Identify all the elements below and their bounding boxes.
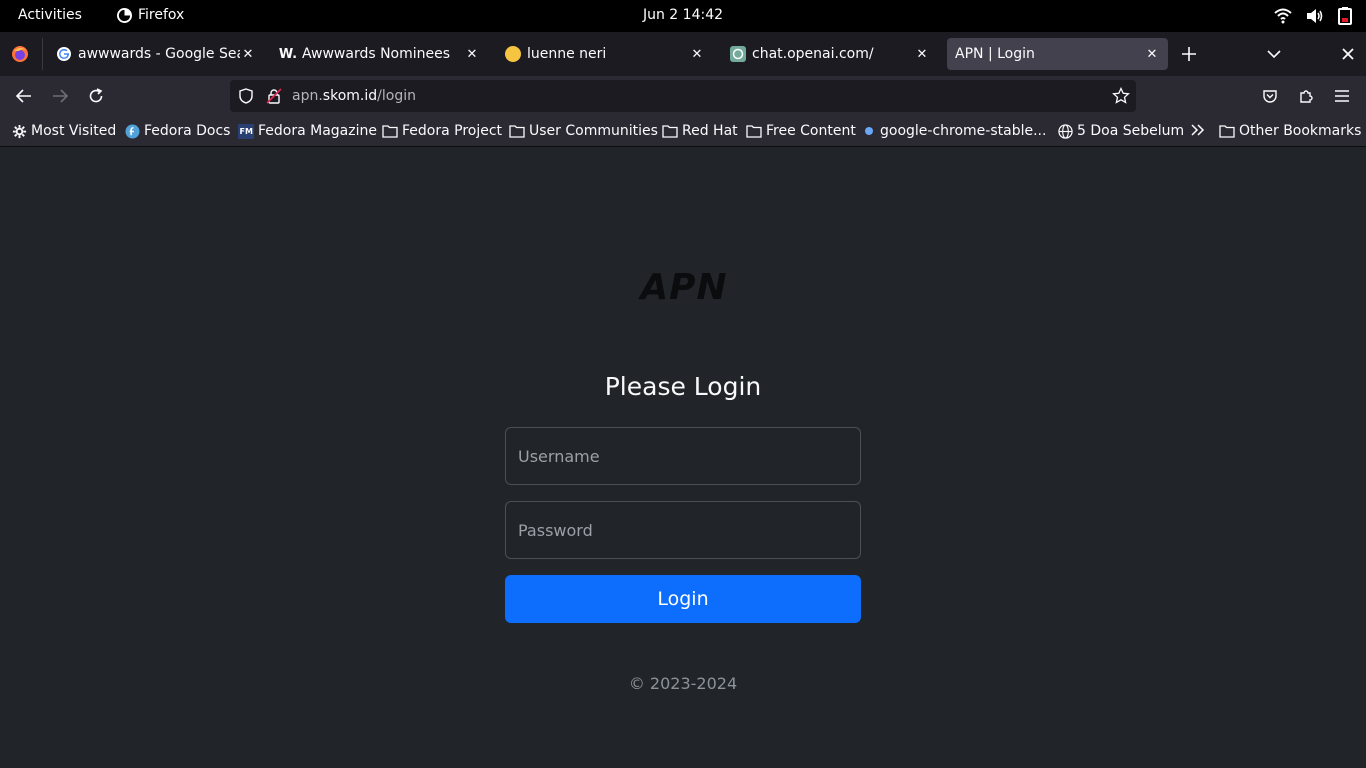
bookmark-label: Fedora Project (402, 123, 503, 139)
url-prefix: apn. (292, 88, 323, 104)
bookmark-star-icon[interactable] (1112, 86, 1130, 109)
close-tab-icon[interactable]: ✕ (689, 46, 705, 62)
bookmark-red-hat[interactable]: Red Hat (662, 123, 738, 139)
folder-icon (746, 125, 762, 138)
bookmark-label: 5 Doa Sebelum B (1077, 123, 1186, 139)
url-text[interactable]: apn.skom.id/login (292, 88, 416, 104)
bookmark-fedora-magazine[interactable]: FM Fedora Magazine (238, 123, 377, 139)
apn-logo: APN (637, 268, 727, 302)
arrow-left-icon (16, 89, 31, 103)
bookmark-free-content[interactable]: Free Content (746, 123, 856, 139)
insecure-lock-icon[interactable] (266, 88, 282, 108)
clock[interactable]: Jun 2 14:42 (0, 7, 1366, 23)
forward-button[interactable] (50, 86, 70, 106)
bookmark-other-bookmarks[interactable]: Other Bookmarks (1219, 123, 1361, 139)
folder-icon (662, 125, 678, 138)
tab-label: APN | Login (955, 46, 1035, 62)
new-tab-button[interactable] (1179, 44, 1199, 64)
bookmark-label: Most Visited (31, 123, 117, 139)
tab-awwwards-nominees[interactable]: W. Awwwards Nominees ✕ (272, 38, 488, 70)
back-button[interactable] (14, 86, 34, 106)
puzzle-icon (1300, 90, 1313, 103)
tab-divider (42, 38, 43, 70)
page-title: Please Login (604, 372, 762, 401)
double-chevron-right-icon (1191, 124, 1205, 136)
logo-text: APN (637, 268, 727, 302)
svg-text:FM: FM (240, 127, 253, 136)
tab-chat-openai[interactable]: chat.openai.com/ ✕ (722, 38, 938, 70)
reload-icon (89, 88, 103, 103)
copyright-text: © 2023-2024 (628, 674, 738, 693)
blue-dot-icon (865, 127, 873, 135)
close-icon (1342, 48, 1354, 60)
bookmark-label: Fedora Magazine (258, 123, 377, 139)
password-input[interactable] (505, 501, 861, 559)
tab-luenne-neri[interactable]: luenne neri ✕ (497, 38, 713, 70)
firefox-icon (12, 46, 28, 62)
gear-icon (12, 124, 27, 138)
system-tray[interactable] (1274, 7, 1352, 25)
bookmark-label: Other Bookmarks (1239, 123, 1362, 139)
folder-icon (1219, 125, 1235, 138)
tab-label: luenne neri (527, 46, 607, 62)
battery-icon (1338, 7, 1352, 25)
tab-label: chat.openai.com/ (752, 46, 874, 62)
list-all-tabs-button[interactable] (1264, 44, 1284, 64)
tab-strip: awwwards - Google Search ✕ W. Awwwards N… (0, 32, 1366, 76)
bookmark-5-doa-sebelum[interactable]: 5 Doa Sebelum B (1058, 123, 1186, 139)
page-content: APN Please Login Login © 2023-2024 (0, 147, 1366, 768)
pocket-button[interactable] (1260, 86, 1280, 106)
username-input[interactable] (505, 427, 861, 485)
fm-icon: FM (238, 123, 254, 139)
fedora-icon (125, 123, 140, 139)
close-window-button[interactable] (1338, 44, 1358, 64)
bookmark-user-communities[interactable]: User Communities (509, 123, 658, 139)
extensions-button[interactable] (1296, 86, 1316, 106)
bookmark-most-visited[interactable]: Most Visited (12, 123, 116, 139)
chevron-down-icon (1267, 50, 1281, 59)
tab-apn-login[interactable]: APN | Login ✕ (947, 38, 1168, 70)
tab-google-search[interactable]: awwwards - Google Search ✕ (48, 38, 264, 70)
firefox-view-button[interactable] (10, 44, 30, 64)
google-icon (56, 46, 72, 62)
bookmark-label: Red Hat (682, 123, 738, 139)
wifi-icon (1274, 8, 1292, 24)
navigation-toolbar: apn.skom.id/login (0, 76, 1366, 116)
login-button[interactable]: Login (505, 575, 861, 623)
awwwards-icon: W. (278, 46, 298, 62)
globe-icon (1058, 123, 1073, 139)
plus-icon (1182, 47, 1196, 61)
bookmark-label: Free Content (766, 123, 856, 139)
shield-icon[interactable] (238, 88, 254, 108)
more-bookmarks-button[interactable] (1190, 123, 1206, 137)
url-host: skom.id (322, 88, 378, 104)
close-tab-icon[interactable]: ✕ (240, 46, 256, 62)
bookmark-label: google-chrome-stable... (880, 123, 1047, 139)
tab-label: Awwwards Nominees (302, 46, 451, 62)
reload-button[interactable] (86, 86, 106, 106)
system-top-bar: Activities Firefox Jun 2 14:42 (0, 0, 1366, 32)
bookmarks-toolbar: Most Visited Fedora Docs FM Fedora Magaz… (0, 116, 1366, 147)
yellow-dot-icon (505, 46, 521, 62)
url-bar[interactable]: apn.skom.id/login (230, 80, 1136, 112)
bookmark-fedora-project[interactable]: Fedora Project (382, 123, 502, 139)
volume-icon (1307, 9, 1323, 23)
close-tab-icon[interactable]: ✕ (914, 46, 930, 62)
bookmark-label: User Communities (529, 123, 658, 139)
close-tab-icon[interactable]: ✕ (1144, 46, 1160, 62)
bookmark-label: Fedora Docs (144, 123, 231, 139)
url-path: /login (377, 88, 416, 104)
bookmark-google-chrome-stable[interactable]: google-chrome-stable... (862, 123, 1047, 139)
pocket-icon (1263, 90, 1277, 103)
bookmark-fedora-docs[interactable]: Fedora Docs (125, 123, 230, 139)
arrow-right-icon (53, 89, 68, 103)
hamburger-menu-icon (1335, 90, 1349, 102)
folder-icon (382, 125, 398, 138)
folder-icon (509, 125, 525, 138)
openai-icon (730, 46, 746, 62)
tab-label: awwwards - Google Search (78, 46, 240, 62)
close-tab-icon[interactable]: ✕ (464, 46, 480, 62)
app-menu-button[interactable] (1332, 86, 1352, 106)
